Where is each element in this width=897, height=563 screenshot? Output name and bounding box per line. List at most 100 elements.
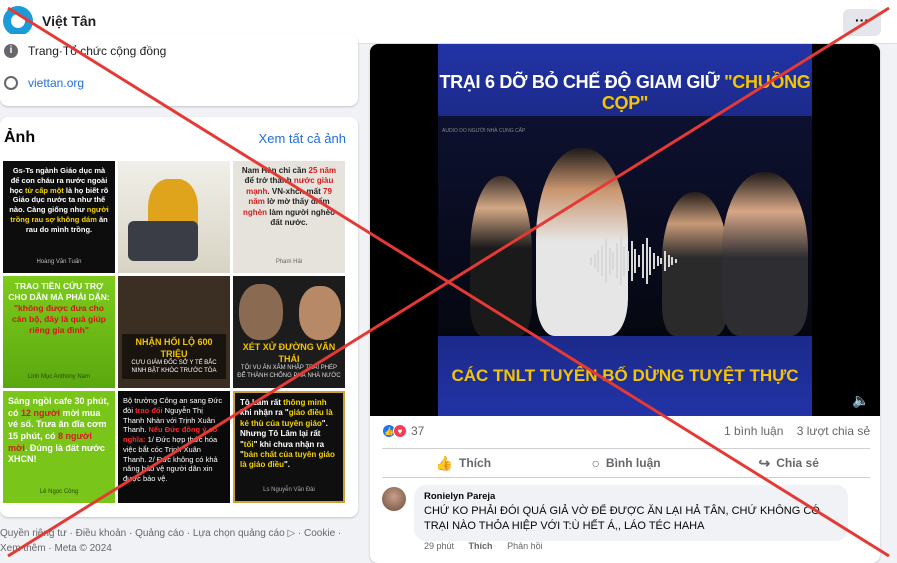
reaction-count: 37: [411, 424, 425, 438]
waveform-bar: [619, 237, 622, 285]
like-label: Thích: [459, 456, 492, 470]
tile-text: Tô Lâm rất: [240, 398, 284, 407]
tile-banner: XÉT XỬ ĐƯỜNG VĂN THÁI TỘI VU ÁN XÂM NHẬP…: [237, 342, 341, 381]
comment-bubble: Ronielyn Pareja CHỨ KO PHẢI ĐÓI QUÁ GIẢ …: [414, 485, 848, 541]
post-card: TRẠI 6 DỠ BỎ CHẾ ĐỘ GIAM GIỮ "CHUỒNG CỌP…: [370, 44, 880, 563]
tile-highlight: tối: [243, 439, 254, 449]
page-name[interactable]: Việt Tân: [42, 13, 96, 29]
waveform-bar: [593, 254, 596, 268]
avatar[interactable]: [382, 487, 406, 511]
waveform-bar: [615, 243, 618, 279]
see-all-photos-link[interactable]: Xem tất cả ảnh: [259, 131, 346, 146]
video-credit: AUDIO DO NGƯỜI NHÀ CUNG CẤP: [442, 128, 526, 134]
waveform-bar: [601, 246, 604, 276]
photo-tile[interactable]: NHẬN HỐI LỘ 600 TRIỆU CỰU GIÁM ĐỐC SỞ Y …: [118, 276, 230, 388]
tile-text: TRAO TIỀN CỨU TRỢ CHO DÂN MÀ PHẢI DẶN:: [8, 281, 110, 303]
tile-headline: XÉT XỬ ĐƯỜNG VĂN THÁI: [242, 342, 336, 364]
photo-tile[interactable]: [118, 161, 230, 273]
comment-label: Bình luận: [605, 456, 661, 470]
waveform-bar: [608, 248, 611, 274]
share-arrow-icon: ↪: [758, 454, 771, 471]
volume-icon[interactable]: 🔈: [852, 392, 870, 408]
portrait: [299, 286, 341, 340]
portrait: [470, 176, 532, 336]
tile-text: Nam Hàn chỉ cần: [241, 166, 309, 175]
tile-subtitle: CỰU GIÁM ĐỐC SỞ Y TẾ BẮC NINH BẬT KHÓC T…: [131, 360, 217, 375]
post-stats: 👍 ♥ 37 1 bình luận 3 lượt chia sẻ: [382, 424, 870, 442]
video-scene: AUDIO DO NGƯỜI NHÀ CUNG CẤP: [438, 116, 812, 336]
page-footer[interactable]: Quyền riêng tư · Điều khoản · Quảng cáo …: [0, 526, 360, 556]
photo-tile[interactable]: Gs-Ts ngành Giáo dục mà để con cháu ra n…: [3, 161, 115, 273]
waveform-bar: [627, 251, 629, 271]
photo-tile[interactable]: Bộ trưởng Công an sang Đức đòi trao đổi …: [118, 391, 230, 503]
waveform-bar: [664, 251, 666, 271]
category-label: Tổ chức cộng đồng: [62, 44, 167, 58]
tile-text: khi nhận ra ": [240, 408, 289, 418]
waveform-bar: [590, 257, 592, 265]
waveform-bar: [649, 247, 652, 275]
photo-tile[interactable]: Nam Hàn chỉ cần 25 năm để trở thành nước…: [233, 161, 345, 273]
tile-signature: Hoàng Văn Tuấn: [36, 259, 82, 266]
photo-tile[interactable]: Tô Lâm rất thông minh khi nhận ra "giáo …: [233, 391, 345, 503]
tile-highlight: trao đổi: [135, 405, 163, 415]
waveform-bar: [671, 257, 674, 265]
tile-signature: Lê Ngọc Công: [39, 489, 79, 496]
waveform-bar: [660, 258, 663, 264]
tile-signature: Ls Nguyễn Văn Đài: [263, 487, 315, 494]
video-footer-caption: CÁC TNLT TUYÊN BỐ DỪNG TUYỆT THỰC: [438, 336, 812, 416]
waveform-bar: [604, 239, 607, 283]
waveform-bar: [645, 238, 648, 284]
waveform-bar: [652, 253, 655, 269]
tile-highlight: nghèn: [243, 207, 268, 217]
video-thumbnail[interactable]: TRẠI 6 DỠ BỎ CHẾ ĐỘ GIAM GIỮ "CHUỒNG CỌP…: [438, 44, 812, 416]
reactions-summary[interactable]: 👍 ♥ 37: [382, 424, 424, 438]
photo-tile[interactable]: Sáng ngồi cafe 30 phút, có 12 người mời …: [3, 391, 115, 503]
photo-tile[interactable]: TRAO TIỀN CỨU TRỢ CHO DÂN MÀ PHẢI DẶN: "…: [3, 276, 115, 388]
share-button[interactable]: ↪ Chia sẻ: [707, 449, 870, 477]
viettan-logo-icon[interactable]: [3, 6, 33, 36]
tile-text: để trở thành: [244, 176, 294, 186]
like-button[interactable]: 👍 Thích: [382, 449, 545, 477]
post-actions: 👍 Thích ○ Bình luận ↪ Chia sẻ: [382, 448, 870, 478]
audio-waveform: [590, 236, 680, 286]
waveform-bar: [597, 250, 600, 272]
share-label: Chia sẻ: [776, 456, 819, 470]
comment-author[interactable]: Ronielyn Pareja: [424, 491, 838, 502]
comment-button[interactable]: ○ Bình luận: [545, 449, 708, 477]
comment: Ronielyn Pareja CHỨ KO PHẢI ĐÓI QUÁ GIẢ …: [382, 485, 870, 555]
comment-time[interactable]: 29 phút: [424, 541, 454, 551]
portrait: [239, 284, 283, 340]
tile-signature: Linh Mục Anthony Nam: [27, 374, 91, 381]
love-icon: ♥: [393, 424, 407, 438]
waveform-bar: [641, 244, 644, 278]
waveform-bar: [656, 256, 659, 266]
tile-banner: NHẬN HỐI LỘ 600 TRIỆU CỰU GIÁM ĐỐC SỞ Y …: [122, 334, 226, 379]
more-options-button[interactable]: ···: [843, 9, 881, 36]
photo-grid: Gs-Ts ngành Giáo dục mà để con cháu ra n…: [3, 161, 346, 503]
comment-text: CHỨ KO PHẢI ĐÓI QUÁ GIẢ VỜ ĐỂ ĐƯỢC ĂN LẠ…: [424, 505, 820, 533]
comment-reply-button[interactable]: Phản hồi: [507, 541, 543, 551]
portrait: [722, 172, 808, 336]
tile-signature: Phạm Hải: [275, 259, 303, 266]
shares-count[interactable]: 3 lượt chia sẻ: [797, 424, 870, 438]
headline-text: TRẠI 6 DỠ BỎ CHẾ ĐỘ GIAM GIỮ: [439, 72, 725, 92]
waveform-bar: [623, 246, 626, 276]
website-link[interactable]: viettan.org: [28, 76, 84, 90]
waveform-bar: [634, 249, 637, 273]
waveform-bar: [675, 259, 678, 263]
photo-tile[interactable]: XÉT XỬ ĐƯỜNG VĂN THÁI TỘI VU ÁN XÂM NHẬP…: [233, 276, 345, 388]
thumbs-up-icon: 👍: [435, 454, 454, 471]
tile-text: làm người nghèo đất nước.: [267, 207, 335, 227]
tile-subtitle: TỘI VU ÁN XÂM NHẬP TRÁI PHÉP ĐỂ THÀNH CH…: [237, 365, 341, 380]
comments-count[interactable]: 1 bình luận: [724, 424, 783, 438]
comment-bubble-icon: ○: [591, 455, 600, 471]
waveform-bar: [667, 255, 670, 267]
waveform-bar: [612, 252, 615, 270]
video-player[interactable]: TRẠI 6 DỠ BỎ CHẾ ĐỘ GIAM GIỮ "CHUỒNG CỌP…: [370, 44, 880, 416]
comment-meta: 29 phút Thích Phản hồi: [424, 541, 555, 551]
comment-like-button[interactable]: Thích: [469, 541, 493, 551]
tile-highlight: thông minh: [283, 398, 327, 407]
intro-card: i Trang · Tổ chức cộng đồng viettan.org: [0, 34, 358, 106]
tile-headline: NHẬN HỐI LỘ 600 TRIỆU: [135, 337, 213, 359]
tile-text: . VN-xhcn mất: [267, 186, 323, 196]
